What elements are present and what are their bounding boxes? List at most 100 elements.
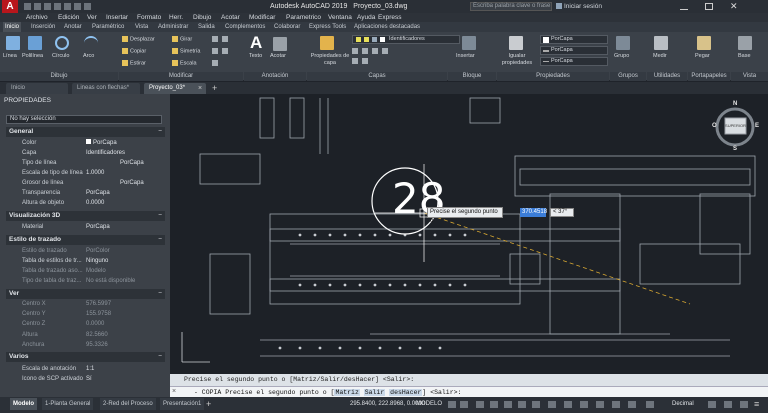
layout-tab-presentacion[interactable]: Presentación1 bbox=[160, 398, 205, 410]
mirror-button[interactable]: Simetría bbox=[172, 48, 200, 55]
snap-icon[interactable] bbox=[460, 401, 468, 408]
drawing-area[interactable]: 28 Precise el segundo punto o 370.4518 <… bbox=[170, 94, 768, 374]
undo-icon[interactable] bbox=[74, 3, 81, 10]
move-button[interactable]: Desplazar bbox=[122, 36, 155, 43]
paste-icon[interactable] bbox=[697, 36, 711, 50]
offset-icon[interactable] bbox=[222, 48, 228, 54]
panel-label-portapapeles[interactable]: Portapapeles bbox=[688, 72, 730, 81]
copy-button[interactable]: Copiar bbox=[122, 48, 146, 55]
section-plotstyle[interactable]: Estilo de trazado − bbox=[6, 235, 165, 245]
panel-label-grupos[interactable]: Grupos bbox=[610, 72, 646, 81]
layout-tab-red[interactable]: 2-Red del Proceso bbox=[100, 398, 156, 410]
menu-insertar[interactable]: Insertar bbox=[106, 13, 128, 22]
dimension-button[interactable]: Acotar bbox=[270, 53, 286, 60]
compass-west[interactable]: O bbox=[712, 123, 717, 129]
selection-cycling-icon[interactable] bbox=[580, 401, 588, 408]
prop-row-ucsicon[interactable]: Icono de SCP activado Sí bbox=[6, 374, 165, 384]
tab-express-tools[interactable]: Express Tools bbox=[309, 22, 346, 32]
prop-row-ltscale[interactable]: Escala de tipo de línea 1.0000 bbox=[6, 168, 165, 178]
insert-button[interactable]: Insertar bbox=[456, 53, 475, 60]
command-line[interactable]: - COPIA Precise el segundo punto o [Matr… bbox=[170, 386, 768, 397]
stretch-button[interactable]: Estirar bbox=[122, 60, 146, 67]
line-icon[interactable] bbox=[6, 36, 20, 50]
group-button[interactable]: Grupo bbox=[614, 53, 629, 60]
option-matriz[interactable]: Matriz bbox=[334, 389, 360, 396]
menu-ver[interactable]: Ver bbox=[87, 13, 97, 22]
minimize-icon[interactable] bbox=[680, 3, 688, 10]
close-icon[interactable]: ✕ bbox=[730, 0, 740, 12]
group-icon[interactable] bbox=[616, 36, 630, 50]
panel-label-utilidades[interactable]: Utilidades bbox=[647, 72, 687, 81]
menu-formato[interactable]: Formato bbox=[137, 13, 161, 22]
tab-vista[interactable]: Vista bbox=[135, 22, 148, 32]
annotation-scale-icon[interactable] bbox=[596, 401, 604, 408]
close-tab-icon[interactable]: × bbox=[198, 83, 202, 94]
circle-button[interactable]: Círculo bbox=[52, 53, 69, 60]
transparency-icon[interactable] bbox=[564, 401, 572, 408]
object-snap-tracking-icon[interactable] bbox=[518, 401, 526, 408]
compass-north[interactable]: N bbox=[733, 101, 737, 107]
panel-label-dibujo[interactable]: Dibujo bbox=[0, 72, 118, 81]
file-tab-lineas[interactable]: Lineas con flechas* bbox=[72, 83, 140, 94]
tab-inicio[interactable]: Inicio bbox=[3, 22, 22, 32]
open-file-icon[interactable] bbox=[34, 3, 41, 10]
panel-label-capas[interactable]: Capas bbox=[307, 72, 447, 81]
layer-lock-icon[interactable] bbox=[382, 48, 388, 54]
scale-button[interactable]: Escala bbox=[172, 60, 197, 67]
dimension-icon[interactable] bbox=[273, 37, 287, 51]
add-tab-icon[interactable]: + bbox=[212, 83, 217, 94]
linetype-dropdown[interactable]: PorCapa bbox=[540, 57, 608, 66]
line-button[interactable]: Línea bbox=[3, 53, 17, 60]
file-tab-proyecto[interactable]: Proyecto_03* bbox=[144, 83, 206, 94]
section-general[interactable]: General − bbox=[6, 127, 165, 137]
add-layout-icon[interactable]: + bbox=[206, 398, 211, 410]
layer-properties-button[interactable]: Propiedades de capa bbox=[310, 53, 350, 67]
prop-row-center-y[interactable]: Centro Y 155.9758 bbox=[6, 309, 165, 319]
compass-south[interactable]: S bbox=[733, 146, 737, 152]
rotate-button[interactable]: Girar bbox=[172, 36, 192, 43]
prop-row-plot-type[interactable]: Tipo de tabla de traz... No está disponib… bbox=[6, 276, 165, 286]
prop-row-width[interactable]: Anchura 95.3326 bbox=[6, 340, 165, 350]
new-file-icon[interactable] bbox=[24, 3, 31, 10]
lineweight-dropdown[interactable]: PorCapa bbox=[540, 46, 608, 55]
panel-label-vista[interactable]: Vista bbox=[731, 72, 768, 81]
tab-insercion[interactable]: Inserción bbox=[31, 22, 55, 32]
grid-icon[interactable] bbox=[448, 401, 456, 408]
text-button[interactable]: Texto bbox=[249, 53, 262, 60]
menu-herr[interactable]: Herr. bbox=[169, 13, 183, 22]
autocad-logo-icon[interactable]: A bbox=[2, 0, 18, 13]
angle-input[interactable]: < 37° bbox=[550, 208, 574, 217]
prop-row-center-x[interactable]: Centro X 576.5997 bbox=[6, 299, 165, 309]
menu-modificar[interactable]: Modificar bbox=[249, 13, 275, 22]
selection-dropdown[interactable]: No hay selección bbox=[6, 115, 162, 124]
prop-row-center-z[interactable]: Centro Z 0.0000 bbox=[6, 319, 165, 329]
annotation-visibility-icon[interactable] bbox=[612, 401, 620, 408]
search-input[interactable]: Escriba palabra clave o frase bbox=[470, 2, 552, 11]
units-dropdown[interactable]: Decimal bbox=[672, 398, 694, 410]
prop-row-layer[interactable]: Capa Identificadores bbox=[6, 148, 165, 158]
distance-input[interactable]: 370.4518 bbox=[520, 208, 547, 217]
base-button[interactable]: Base bbox=[738, 53, 751, 60]
tab-parametrico[interactable]: Paramétrico bbox=[92, 22, 124, 32]
section-view[interactable]: Ver − bbox=[6, 289, 165, 299]
lineweight-icon[interactable] bbox=[548, 401, 556, 408]
polar-icon[interactable] bbox=[490, 401, 498, 408]
prop-row-height[interactable]: Altura 82.5660 bbox=[6, 330, 165, 340]
quick-properties-icon[interactable] bbox=[708, 401, 716, 408]
workspace-gear-icon[interactable] bbox=[628, 401, 636, 408]
menu-ayuda[interactable]: Ayuda bbox=[357, 13, 375, 22]
tab-administrar[interactable]: Administrar bbox=[158, 22, 188, 32]
prop-row-thickness[interactable]: Altura de objeto 0.0000 bbox=[6, 198, 165, 208]
save-icon[interactable] bbox=[44, 3, 51, 10]
layer-isolate-icon[interactable] bbox=[362, 48, 368, 54]
annotation-monitor-icon[interactable] bbox=[646, 401, 654, 408]
insert-block-icon[interactable] bbox=[462, 36, 476, 50]
menu-dibujo[interactable]: Dibujo bbox=[193, 13, 211, 22]
fillet-icon[interactable] bbox=[222, 36, 228, 42]
menu-acotar[interactable]: Acotar bbox=[221, 13, 240, 22]
compass-east[interactable]: E bbox=[755, 123, 759, 129]
layer-off-icon[interactable] bbox=[352, 48, 358, 54]
prop-row-color[interactable]: Color PorCapa bbox=[6, 138, 165, 148]
signin-button[interactable]: Iniciar sesión bbox=[556, 1, 616, 12]
tab-aplicaciones[interactable]: Aplicaciones destacadas bbox=[354, 22, 420, 32]
